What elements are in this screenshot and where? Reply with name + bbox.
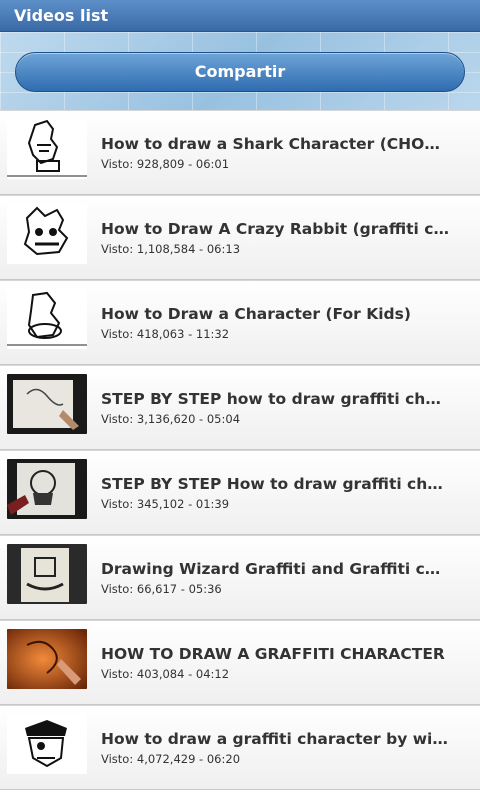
video-meta: Visto: 4,072,429 - 06:20 [101, 752, 241, 766]
app-title: Videos list [14, 6, 109, 25]
video-title: STEP BY STEP How to draw graffiti charac… [101, 475, 449, 493]
video-meta: Visto: 66,617 - 05:36 [101, 582, 222, 596]
video-item[interactable]: How to draw a graffiti character by wiza… [0, 705, 480, 790]
video-meta: Visto: 928,809 - 06:01 [101, 157, 230, 171]
video-item[interactable]: STEP BY STEP How to draw graffiti charac… [0, 450, 480, 535]
video-thumbnail [7, 119, 87, 179]
video-meta: Visto: 1,108,584 - 06:13 [101, 242, 241, 256]
video-thumbnail [7, 714, 87, 774]
video-title: How to Draw A Crazy Rabbit (graffiti cha… [101, 220, 449, 238]
videos-list: How to draw a Shark Character (CHOLO SHA… [0, 110, 480, 790]
video-thumbnail [7, 374, 87, 434]
video-meta: Visto: 345,102 - 01:39 [101, 497, 230, 511]
video-title: Drawing Wizard Graffiti and Graffiti cha… [101, 560, 449, 578]
video-meta: Visto: 403,084 - 04:12 [101, 667, 230, 681]
video-thumbnail [7, 459, 87, 519]
video-thumbnail [7, 289, 87, 349]
video-item[interactable]: How to Draw a Character (For Kids) Visto… [0, 280, 480, 365]
video-item[interactable]: STEP BY STEP how to draw graffiti charac… [0, 365, 480, 450]
video-item[interactable]: Drawing Wizard Graffiti and Graffiti cha… [0, 535, 480, 620]
video-thumbnail [7, 204, 87, 264]
video-title: How to Draw a Character (For Kids) [101, 305, 411, 323]
video-title: HOW TO DRAW A GRAFFITI CHARACTER [101, 645, 445, 663]
video-meta: Visto: 418,063 - 11:32 [101, 327, 230, 341]
video-title: STEP BY STEP how to draw graffiti charac… [101, 390, 449, 408]
video-item[interactable]: How to Draw A Crazy Rabbit (graffiti cha… [0, 195, 480, 280]
app-title-bar: Videos list [0, 0, 480, 32]
video-thumbnail [7, 629, 87, 689]
video-item[interactable]: HOW TO DRAW A GRAFFITI CHARACTER Visto: … [0, 620, 480, 705]
share-button[interactable]: Compartir [15, 52, 465, 92]
video-title: How to draw a Shark Character (CHOLO SHA… [101, 135, 449, 153]
video-item[interactable]: How to draw a Shark Character (CHOLO SHA… [0, 110, 480, 195]
video-meta: Visto: 3,136,620 - 05:04 [101, 412, 241, 426]
video-thumbnail [7, 544, 87, 604]
video-title: How to draw a graffiti character by wiza… [101, 730, 449, 748]
